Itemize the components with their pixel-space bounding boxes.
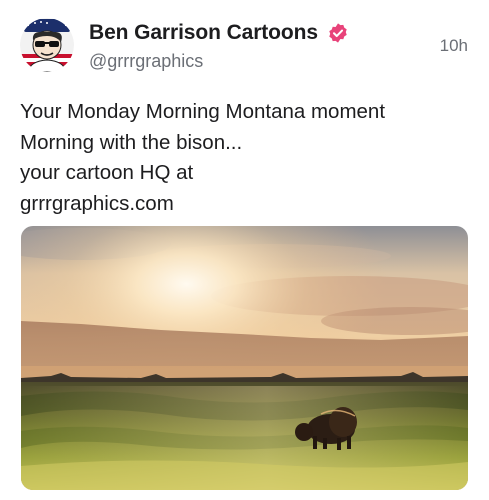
post-photo[interactable] bbox=[21, 226, 468, 490]
post-text-line: Morning with the bison... bbox=[20, 130, 243, 154]
author-handle[interactable]: @grrrgraphics bbox=[89, 51, 203, 72]
post-text-line: your cartoon HQ at bbox=[20, 161, 194, 184]
bison-sunrise-photo bbox=[21, 226, 468, 490]
post-card: Ben Garrison Cartoons @grrrgraphics 10h … bbox=[0, 0, 489, 500]
author-display-name[interactable]: Ben Garrison Cartoons bbox=[89, 21, 318, 45]
post-body-text: Your Monday Morning Montana moment Morni… bbox=[20, 97, 470, 219]
post-text-line: Your Monday Morning Montana moment bbox=[20, 100, 386, 123]
post-text-link[interactable]: grrrgraphics.com bbox=[20, 189, 470, 220]
cartoon-portrait-avatar-icon bbox=[20, 18, 74, 72]
verified-badge-icon bbox=[327, 22, 349, 44]
author-avatar[interactable] bbox=[20, 18, 74, 72]
post-timestamp[interactable]: 10h bbox=[440, 36, 468, 56]
